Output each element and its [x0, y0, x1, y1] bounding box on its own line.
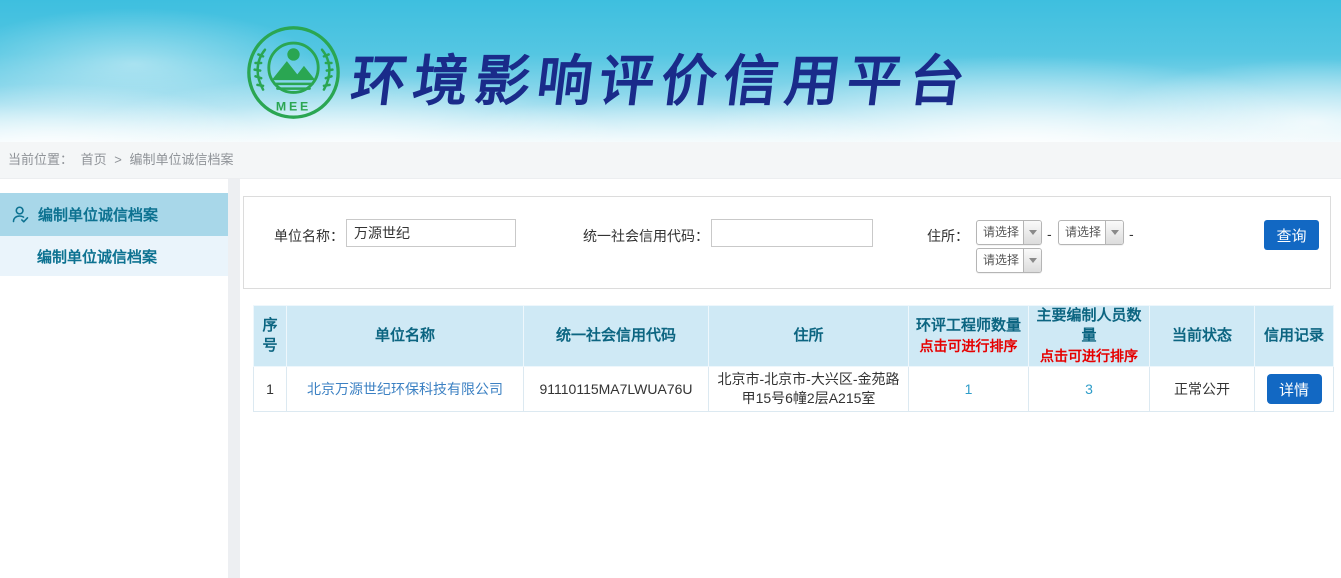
company-link[interactable]: 北京万源世纪环保科技有限公司 [307, 381, 503, 397]
staff-count-title: 主要编制人员数量 [1036, 307, 1141, 344]
table-header-row: 序号 单位名称 统一社会信用代码 住所 环评工程师数量 点击可进行排序 主要编制… [254, 306, 1334, 367]
sidebar-subitem-unit-credit-archive[interactable]: 编制单位诚信档案 [0, 236, 228, 276]
column-header-index: 序号 [254, 306, 287, 367]
breadcrumb-current: 编制单位诚信档案 [130, 152, 234, 167]
city-select[interactable]: 请选择 [1058, 220, 1124, 245]
sidebar-content-divider [228, 179, 240, 578]
chevron-down-icon[interactable] [1023, 249, 1041, 272]
user-check-icon [10, 204, 31, 225]
column-header-company: 单位名称 [287, 306, 524, 367]
column-header-status: 当前状态 [1150, 306, 1255, 367]
detail-button[interactable]: 详情 [1267, 374, 1322, 404]
city-select-value: 请选择 [1059, 221, 1105, 244]
column-header-credit-record: 信用记录 [1255, 306, 1334, 367]
column-header-credit-code: 统一社会信用代码 [524, 306, 709, 367]
chevron-down-icon[interactable] [1105, 221, 1123, 244]
staff-sort-hint: 点击可进行排序 [1031, 346, 1147, 366]
district-select[interactable]: 请选择 [976, 248, 1042, 273]
breadcrumb-separator: > [114, 152, 122, 167]
district-select-value: 请选择 [977, 249, 1023, 272]
mee-logo-icon: MEE [246, 25, 341, 120]
address-label: 住所： [884, 226, 969, 246]
sidebar-item-label: 编制单位诚信档案 [38, 204, 158, 225]
province-select-value: 请选择 [977, 221, 1023, 244]
address-dash-2: - [1129, 226, 1134, 242]
sidebar-subitem-label: 编制单位诚信档案 [37, 246, 157, 267]
credit-code-label: 统一社会信用代码： [539, 226, 709, 246]
column-header-staff-count-sort[interactable]: 主要编制人员数量 点击可进行排序 [1029, 306, 1150, 367]
query-button[interactable]: 查询 [1264, 220, 1319, 250]
results-table: 序号 单位名称 统一社会信用代码 住所 环评工程师数量 点击可进行排序 主要编制… [253, 305, 1334, 412]
column-header-engineer-count-sort[interactable]: 环评工程师数量 点击可进行排序 [909, 306, 1029, 367]
company-name-label: 单位名称： [254, 226, 344, 246]
site-banner: MEE 环境影响评价信用平台 [0, 0, 1341, 142]
page: MEE 环境影响评价信用平台 当前位置： 首页 > 编制单位诚信档案 编制单位诚… [0, 0, 1341, 578]
engineer-count-link[interactable]: 1 [965, 381, 973, 397]
search-panel: 单位名称： 统一社会信用代码： 住所： 请选择 - 请选择 - 请选择 查询 [243, 196, 1331, 289]
sidebar-item-unit-credit-archive[interactable]: 编制单位诚信档案 [0, 193, 228, 236]
address-dash-1: - [1047, 226, 1052, 242]
credit-code-input[interactable] [711, 219, 873, 247]
company-name-input[interactable] [346, 219, 516, 247]
engineer-count-title: 环评工程师数量 [916, 317, 1021, 334]
chevron-down-icon[interactable] [1023, 221, 1041, 244]
svg-text:MEE: MEE [276, 100, 311, 114]
cell-credit-code: 91110115MA7LWUA76U [524, 367, 709, 412]
cell-address: 北京市-北京市-大兴区-金苑路甲15号6幢2层A215室 [709, 367, 909, 412]
breadcrumb: 当前位置： 首页 > 编制单位诚信档案 [0, 142, 1341, 179]
engineer-sort-hint: 点击可进行排序 [911, 336, 1026, 356]
staff-count-link[interactable]: 3 [1085, 381, 1093, 397]
cell-index: 1 [254, 367, 287, 412]
column-header-address: 住所 [709, 306, 909, 367]
breadcrumb-prefix: 当前位置： [8, 152, 73, 167]
table-row: 1 北京万源世纪环保科技有限公司 91110115MA7LWUA76U 北京市-… [254, 367, 1334, 412]
breadcrumb-home-link[interactable]: 首页 [81, 152, 107, 167]
site-title: 环境影响评价信用平台 [347, 36, 977, 116]
cell-status: 正常公开 [1150, 367, 1255, 412]
province-select[interactable]: 请选择 [976, 220, 1042, 245]
